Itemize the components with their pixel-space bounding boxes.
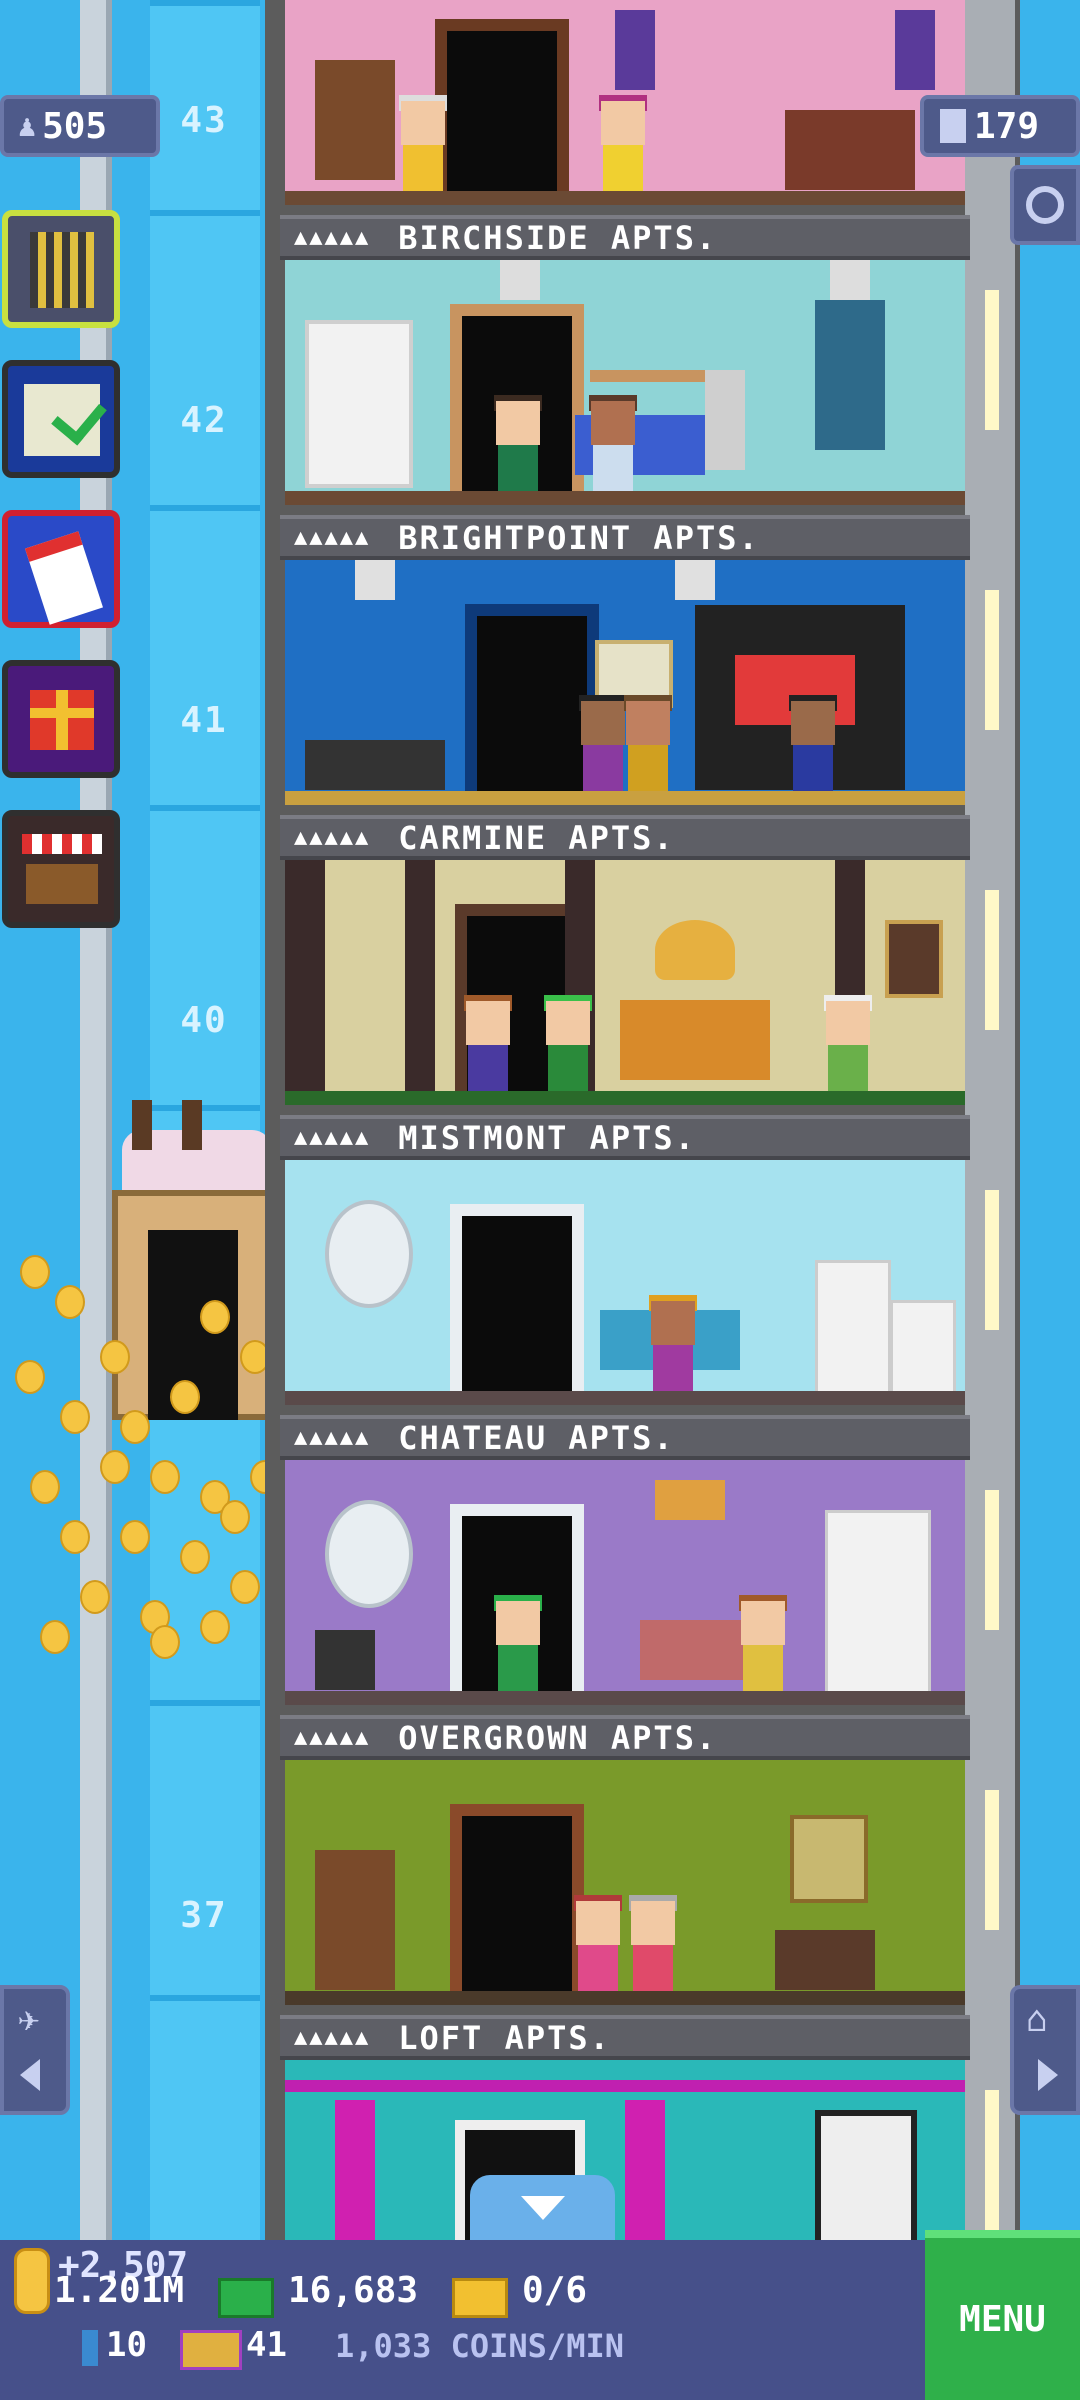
golden-tickets-value: 41 xyxy=(246,2325,287,2365)
left-nav-button[interactable]: ✈ xyxy=(0,1985,70,2115)
gift-icon xyxy=(30,690,94,750)
magnifier-icon xyxy=(1026,186,1064,224)
elevator-count: 10 xyxy=(106,2325,147,2365)
chevron-left-icon xyxy=(20,2059,40,2091)
coins-value: 1.201M xyxy=(54,2270,185,2311)
bux-value: 16,683 xyxy=(288,2270,419,2311)
chevron-down-icon xyxy=(520,2195,565,2220)
calendar-icon xyxy=(25,531,103,625)
ticket-icon xyxy=(452,2278,508,2318)
floor-sign-birchside: ▲▲▲▲▲ BIRCHSIDE APTS. xyxy=(280,215,970,260)
floor-list-button[interactable] xyxy=(2,210,120,328)
shaft-floor-number: 43 xyxy=(180,100,228,141)
floor-42-room[interactable] xyxy=(285,260,965,505)
floor-sign-loft: ▲▲▲▲▲ LOFT APTS. xyxy=(280,2015,970,2060)
golden-ticket-icon xyxy=(180,2330,242,2370)
floor-sign-chateau: ▲▲▲▲▲ CHATEAU APTS. xyxy=(280,1415,970,1460)
elevator-icon xyxy=(82,2330,98,2366)
floor-name: BRIGHTPOINT APTS. xyxy=(398,518,760,557)
floor-40-room[interactable] xyxy=(285,860,965,1105)
floor-41-room[interactable] xyxy=(285,560,965,805)
airplane-icon: ✈ xyxy=(18,1999,40,2040)
floor-name: CHATEAU APTS. xyxy=(398,1418,675,1457)
mission-checklist-icon xyxy=(24,384,107,456)
shaft-floor-number: 37 xyxy=(180,1895,228,1936)
chevron-right-icon xyxy=(1038,2059,1058,2091)
floor-43-room[interactable] xyxy=(285,0,965,205)
floor-sign-mistmont: ▲▲▲▲▲ MISTMONT APTS. xyxy=(280,1115,970,1160)
shaft-floor-number: 40 xyxy=(180,1000,228,1041)
elevator-cab[interactable] xyxy=(112,1100,272,1420)
floor-sign-carmine: ▲▲▲▲▲ CARMINE APTS. xyxy=(280,815,970,860)
coin-rate: 1,033 COINS/MIN xyxy=(335,2327,624,2365)
search-button[interactable] xyxy=(1010,165,1080,245)
gift-button[interactable] xyxy=(2,660,120,778)
floor-count-value: 179 xyxy=(974,105,1040,147)
bux-icon xyxy=(218,2278,274,2318)
scroll-down-button[interactable] xyxy=(470,2175,615,2240)
menu-button[interactable]: MENU xyxy=(925,2230,1080,2400)
floor-name: MISTMONT APTS. xyxy=(398,1118,696,1157)
shaft-floor-number: 42 xyxy=(180,400,228,441)
person-icon: ♟ xyxy=(18,108,37,144)
floor-39-room[interactable] xyxy=(285,1160,965,1405)
right-nav-button[interactable]: ⌂ xyxy=(1010,1985,1080,2115)
shaft-floor-number: 41 xyxy=(180,700,228,741)
floor-name: LOFT APTS. xyxy=(398,2018,611,2057)
market-stall-icon xyxy=(22,834,102,904)
missions-button[interactable] xyxy=(2,360,120,478)
tickets-value: 0/6 xyxy=(522,2270,588,2311)
floor-sign-brightpoint: ▲▲▲▲▲ BRIGHTPOINT APTS. xyxy=(280,515,970,560)
population-counter[interactable]: ♟ 505 xyxy=(0,95,160,157)
floor-name: BIRCHSIDE APTS. xyxy=(398,218,718,257)
population-value: 505 xyxy=(42,105,108,147)
floor-name: OVERGROWN APTS. xyxy=(398,1718,718,1757)
floor-37-room[interactable] xyxy=(285,1760,965,2005)
floor-name: CARMINE APTS. xyxy=(398,818,675,857)
floor-sign-overgrown: ▲▲▲▲▲ OVERGROWN APTS. xyxy=(280,1715,970,1760)
floor-38-room[interactable] xyxy=(285,1460,965,1705)
building-icon xyxy=(940,109,966,143)
building-grid-icon xyxy=(30,232,94,308)
floor-counter[interactable]: 179 xyxy=(920,95,1080,157)
floor-36-room[interactable] xyxy=(285,2060,965,2240)
calendar-button[interactable] xyxy=(2,510,120,628)
market-button[interactable] xyxy=(2,810,120,928)
elevator-shaft-rail xyxy=(80,0,112,2240)
coin-icon xyxy=(14,2248,50,2314)
home-icon: ⌂ xyxy=(1026,1999,1048,2040)
